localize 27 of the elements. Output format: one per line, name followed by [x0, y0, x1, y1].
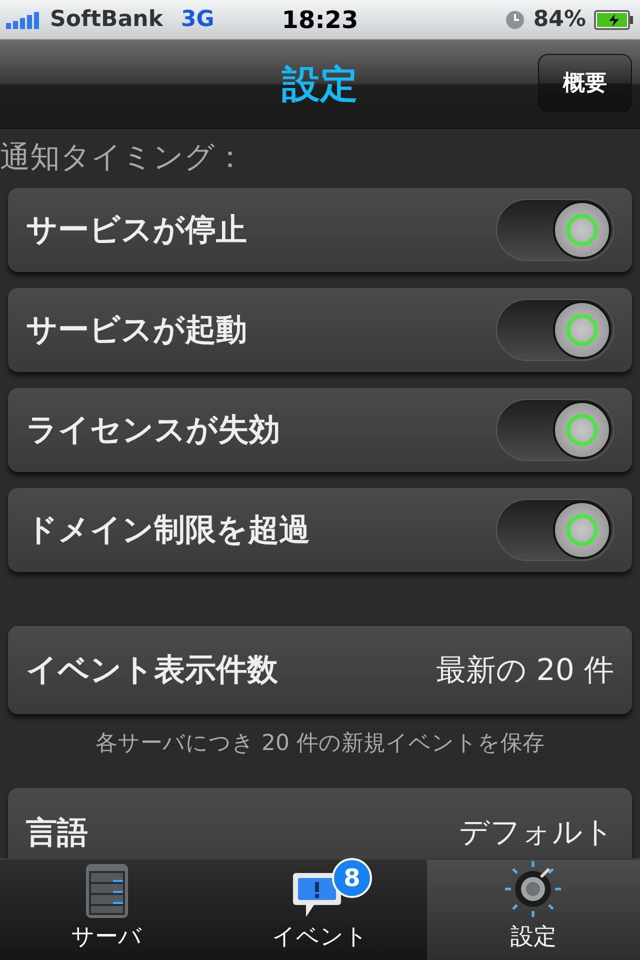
battery-percent: 84%: [533, 7, 586, 32]
section-header: 通知タイミング：: [0, 139, 246, 177]
overview-button[interactable]: 概要: [538, 54, 632, 112]
setting-label: ライセンスが失効: [26, 411, 280, 450]
clock-icon: [505, 10, 526, 30]
tab-item[interactable]: 設定: [426, 860, 640, 960]
setting-label: サービスが停止: [26, 211, 247, 250]
setting-note: 各サーバにつき 20 件の新規イベントを保存: [94, 730, 546, 758]
tab-item[interactable]: 8 イベント: [213, 860, 427, 960]
setting-label: イベント表示件数: [26, 651, 278, 690]
setting-value: 最新の 20 件: [436, 652, 614, 690]
setting-label: 言語: [26, 814, 88, 853]
count-badge: 8: [332, 858, 372, 898]
tab-item[interactable]: サーバ: [0, 860, 214, 960]
server-icon: [84, 863, 129, 919]
signal-icon: [6, 10, 42, 28]
dial-icon: [503, 859, 564, 919]
setting-row[interactable]: 言語 デフォルト: [8, 788, 632, 858]
battery-icon: [594, 10, 634, 30]
setting-label: ドメイン制限を超過: [26, 511, 310, 550]
status-time: 18:23: [282, 6, 358, 34]
screen-title: 設定: [282, 60, 358, 108]
setting-row[interactable]: イベント表示件数 最新の 20 件: [8, 626, 632, 714]
setting-label: サービスが起動: [26, 311, 247, 350]
network-type: 3G: [180, 7, 214, 32]
carrier-name: SoftBank: [50, 7, 163, 32]
setting-value: デフォルト: [459, 814, 614, 852]
